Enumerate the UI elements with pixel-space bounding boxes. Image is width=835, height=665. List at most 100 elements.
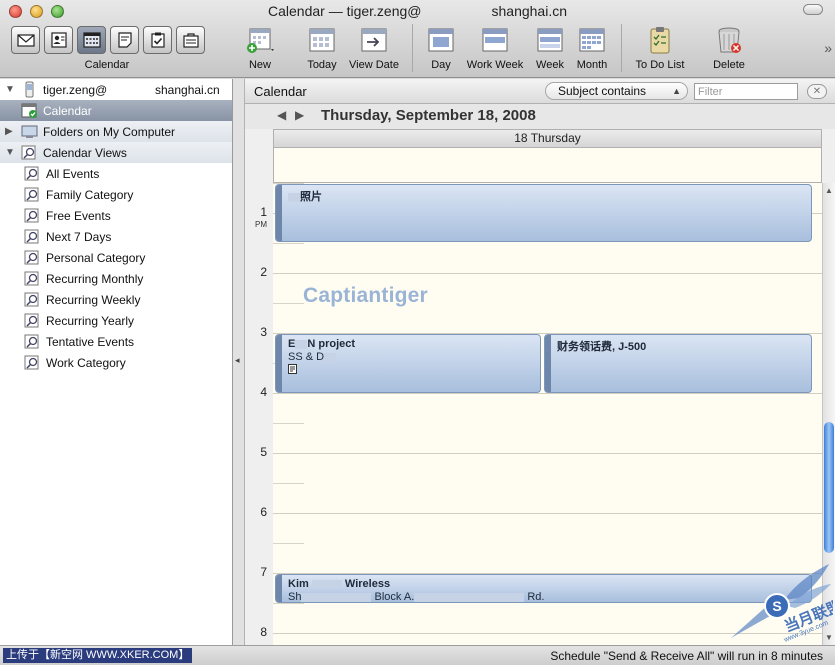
hour-line (273, 513, 822, 514)
redacted-text (301, 592, 372, 602)
sidebar-view-item[interactable]: Recurring Weekly (0, 289, 232, 310)
toolbar-separator (621, 24, 622, 72)
address-book-view-button[interactable] (44, 26, 73, 54)
toolbar-overflow-button[interactable]: » (824, 40, 832, 56)
scroll-thumb[interactable] (824, 422, 834, 553)
sidebar-view-item[interactable]: Recurring Yearly (0, 310, 232, 331)
calendar-view-button[interactable] (77, 26, 106, 54)
today-icon (309, 28, 335, 52)
view-switcher (11, 26, 205, 54)
notes-view-button[interactable] (110, 26, 139, 54)
saved-search-icon (24, 334, 39, 349)
all-day-events-area[interactable] (273, 148, 822, 183)
saved-search-icon (24, 355, 39, 370)
calendar-event[interactable]: 财务领话费, J-500 (544, 334, 812, 393)
sidebar-view-item[interactable]: Free Events (0, 205, 232, 226)
new-button[interactable]: New (240, 25, 280, 71)
calendar-event[interactable]: EN project SS & D (275, 334, 541, 393)
event-status-bar (276, 575, 282, 602)
sidebar-view-item[interactable]: Work Category (0, 352, 232, 373)
work-week-view-icon (482, 28, 508, 52)
sidebar-folders-on-my-computer[interactable]: ▶ Folders on My Computer (0, 121, 232, 142)
calendar-event[interactable]: 照片 (275, 184, 812, 242)
mail-view-button[interactable] (11, 26, 40, 54)
sidebar-account[interactable]: ▼ tiger.zeng@ shanghai.cn (0, 79, 232, 100)
sidebar-view-label: Next 7 Days (46, 229, 112, 244)
sidebar-splitter[interactable]: ◂ (233, 79, 245, 645)
today-button[interactable]: Today (303, 25, 341, 71)
sidebar-calendar-views[interactable]: ▼ Calendar Views (0, 142, 232, 163)
view-date-button[interactable]: View Date (346, 25, 402, 71)
sidebar-view-item[interactable]: Recurring Monthly (0, 268, 232, 289)
sidebar-view-label: Personal Category (46, 250, 146, 265)
sidebar-view-label: Tentative Events (46, 334, 135, 349)
watermark-text: Captiantiger (303, 284, 428, 307)
calendar-checked-icon (21, 103, 37, 118)
hour-label: 8 (260, 625, 267, 639)
svg-text:S: S (772, 598, 781, 614)
event-status-bar (276, 185, 282, 241)
new-button-label: New (248, 59, 271, 71)
hour-label: 3 (260, 325, 267, 339)
search-scope-select[interactable]: Subject contains ▲▼ (545, 82, 688, 112)
disclosure-triangle-icon[interactable]: ▼ (5, 84, 17, 95)
upload-watermark-label: 上传于【新空网 WWW.XKER.COM】 (3, 648, 193, 663)
disclosure-triangle-icon[interactable]: ▶ (5, 126, 17, 137)
next-day-icon[interactable]: ▶ (295, 108, 304, 122)
to-do-list-button-label: To Do List (635, 59, 685, 71)
month-view-button[interactable]: Month (573, 25, 611, 71)
saved-search-icon (24, 166, 39, 181)
week-view-button[interactable]: Week (533, 25, 567, 71)
day-view-button[interactable]: Day (425, 25, 457, 71)
disclosure-triangle-icon[interactable]: ▼ (5, 147, 17, 158)
hour-line (273, 273, 822, 274)
event-title: 照片 (288, 188, 322, 204)
delete-button[interactable]: Delete (709, 25, 749, 71)
delete-button-label: Delete (713, 59, 745, 71)
sidebar-view-item[interactable]: Tentative Events (0, 331, 232, 352)
splitter-grip-icon[interactable]: ◂ (235, 355, 240, 366)
computer-folder-icon (21, 125, 38, 138)
sidebar-view-label: Family Category (46, 187, 134, 202)
sidebar-account-name: tiger.zeng@ (43, 82, 108, 97)
hour-label: 5 (260, 445, 267, 459)
window-toolbar: Calendar — tiger.zeng@ shanghai.cn Calend… (0, 0, 835, 78)
project-gallery-icon (182, 33, 199, 48)
hour-label: 1 (260, 205, 267, 219)
day-view-icon (428, 28, 454, 52)
scroll-up-arrow-icon[interactable]: ▲ (825, 186, 833, 195)
work-week-view-button-label: Work Week (466, 59, 524, 71)
sidebar-view-item[interactable]: Family Category (0, 184, 232, 205)
work-week-view-button[interactable]: Work Week (464, 25, 526, 71)
saved-search-icon (24, 271, 39, 286)
redacted-text (288, 192, 300, 202)
project-gallery-view-button[interactable] (176, 26, 205, 54)
month-view-icon (579, 28, 605, 52)
sidebar-account-domain: shanghai.cn (155, 82, 220, 97)
filter-input[interactable] (694, 83, 798, 100)
to-do-list-button[interactable]: To Do List (631, 25, 689, 71)
sidebar-view-label: Work Category (46, 355, 126, 370)
half-hour-line (273, 243, 304, 244)
tasks-view-button[interactable] (143, 26, 172, 54)
day-column-header[interactable]: 18 Thursday (273, 129, 822, 148)
window-title: Calendar — tiger.zeng@ shanghai.cn (0, 3, 835, 19)
sidebar-view-item[interactable]: All Events (0, 163, 232, 184)
event-title: 财务领话费, J-500 (557, 341, 647, 353)
toolbar-toggle-button[interactable] (803, 4, 823, 15)
hour-gutter: 1 PM 2 3 4 5 6 7 8 (245, 183, 273, 645)
event-location: SS & D (288, 351, 337, 363)
sidebar-view-item[interactable]: Next 7 Days (0, 226, 232, 247)
note-attached-icon (288, 364, 297, 374)
sidebar-view-item[interactable]: Personal Category (0, 247, 232, 268)
saved-search-icon (24, 292, 39, 307)
redacted-text (414, 592, 525, 602)
event-status-bar (276, 335, 282, 392)
previous-day-icon[interactable]: ◀ (277, 108, 286, 122)
view-date-icon (361, 28, 387, 52)
saved-search-icon (24, 313, 39, 328)
clear-filter-button[interactable]: ✕ (807, 84, 827, 99)
sidebar-item-calendar[interactable]: Calendar (0, 100, 232, 121)
view-group-label: Calendar (84, 59, 130, 71)
search-scope-value: Subject contains (558, 84, 647, 98)
